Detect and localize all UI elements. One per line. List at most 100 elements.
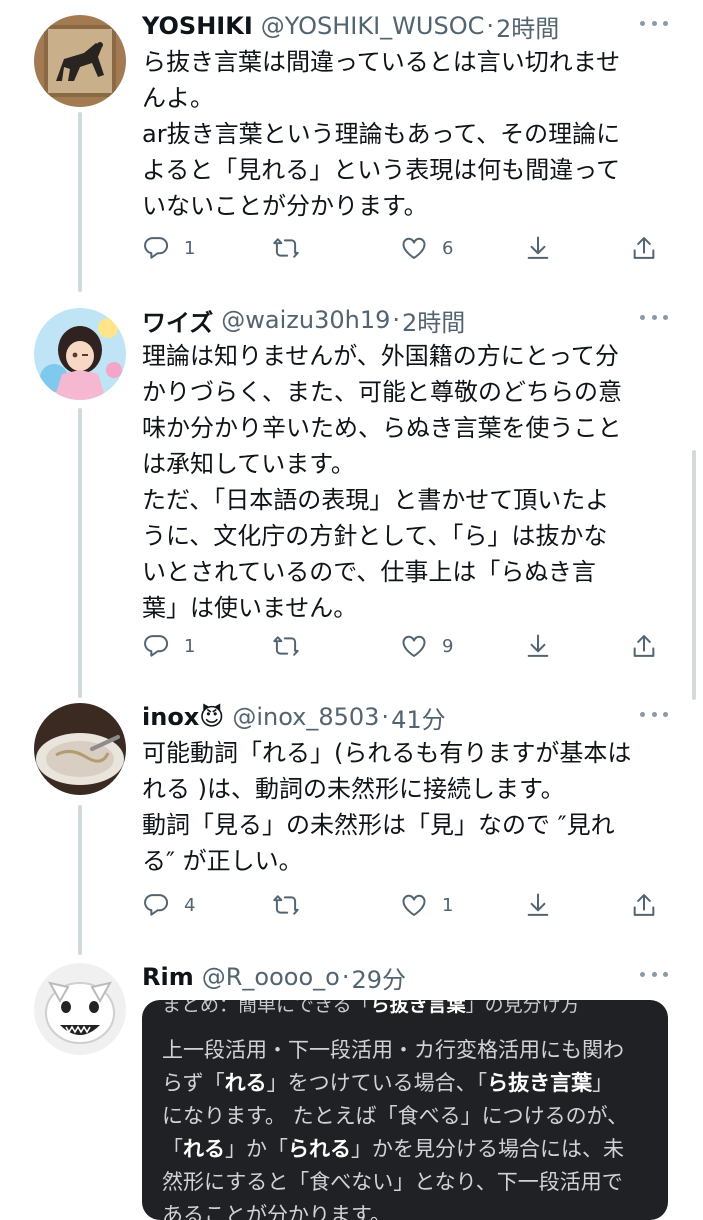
download-icon xyxy=(524,234,552,262)
card-text-segment: になります。 たとえば「食べる」につけるのが、 xyxy=(162,1104,629,1128)
card-text-bold: ら抜き言葉 xyxy=(487,1071,593,1095)
card-text: 上一段活用・下一段活用・カ行変格活用にも関わ らず「れる」をつけている場合、「ら抜… xyxy=(162,1034,628,1220)
reply-button[interactable]: 1 xyxy=(142,626,195,666)
share-button[interactable] xyxy=(630,228,658,268)
card-text-line: 然形にすると「食べない」となり、下一段活用で xyxy=(162,1166,628,1199)
download-button[interactable] xyxy=(524,228,552,268)
timestamp[interactable]: 2時間 xyxy=(402,303,465,338)
tweet-actions: 1 6 xyxy=(142,228,662,268)
avatar[interactable] xyxy=(34,963,126,1055)
download-button[interactable] xyxy=(524,885,552,925)
timestamp[interactable]: 41分 xyxy=(391,700,446,735)
download-icon xyxy=(524,632,552,660)
card-text-segment: 」をつけている場合、「 xyxy=(266,1071,488,1095)
tweet[interactable]: inox😈 @inox_8503 · 41分 可能動詞「れる」(られるも有ります… xyxy=(0,697,703,937)
card-text-segment: らず「 xyxy=(162,1071,225,1095)
display-name[interactable]: YOSHIKI xyxy=(142,12,253,40)
tweet-text: 可能動詞「れる」(られるも有りますが基本は れる )は、動詞の未然形に接続します… xyxy=(142,735,662,879)
card-text-segment: 」 xyxy=(592,1071,614,1095)
user-handle[interactable]: @inox_8503 xyxy=(232,703,379,731)
text-line: いないことが分かります。 xyxy=(142,192,428,220)
avatar[interactable] xyxy=(34,308,126,400)
card-text-segment: 」かを見分ける場合には、未 xyxy=(351,1137,624,1161)
download-icon xyxy=(524,891,552,919)
card-text-line: あることが分かります。 xyxy=(162,1199,628,1220)
user-handle[interactable]: @waizu30h19 xyxy=(221,306,390,334)
more-icon[interactable] xyxy=(640,312,668,322)
more-icon[interactable] xyxy=(640,18,668,28)
text-line: よると「見れる」という表現は何も間違って xyxy=(142,156,621,184)
card-text-line: 「れる」か「られる」かを見分ける場合には、未 xyxy=(162,1133,628,1166)
dot-separator: · xyxy=(392,306,401,334)
timestamp[interactable]: 2時間 xyxy=(496,9,559,44)
text-line: は承知しています。 xyxy=(142,450,355,478)
reply-count: 1 xyxy=(184,635,196,657)
share-button[interactable] xyxy=(630,626,658,666)
display-name[interactable]: Rim xyxy=(142,963,194,991)
tweet-header: ワイズ @waizu30h19 · 2時間 xyxy=(142,300,465,340)
text-line: 葉」は使いません。 xyxy=(142,594,358,622)
retweet-icon xyxy=(272,891,300,919)
like-icon xyxy=(400,234,428,262)
avatar[interactable] xyxy=(34,703,126,795)
reply-icon xyxy=(142,234,170,262)
tweet-actions: 1 9 xyxy=(142,626,662,666)
more-icon[interactable] xyxy=(640,709,668,719)
text-line: 味か分かり辛いため、らぬき言葉を使うこと xyxy=(142,414,622,442)
like-count: 6 xyxy=(442,237,454,259)
dot-separator: · xyxy=(486,12,494,40)
tweet-actions: 4 1 xyxy=(142,885,662,925)
card-text-segment: 然形にすると「食べない」となり、下一段活用で xyxy=(162,1170,623,1194)
like-icon xyxy=(400,891,428,919)
card-title-prefix: まとめ：簡単にできる「 xyxy=(162,1000,371,1016)
text-line: ar抜き言葉という理論もあって、その理論に xyxy=(142,120,621,148)
text-line: んよ。 xyxy=(142,84,214,112)
tweet-header: inox😈 @inox_8503 · 41分 xyxy=(142,697,446,737)
card-text-bold: れる xyxy=(183,1137,225,1161)
reply-button[interactable]: 1 xyxy=(142,228,195,268)
reply-icon xyxy=(142,632,170,660)
like-count: 9 xyxy=(442,635,454,657)
tweet[interactable]: ワイズ @waizu30h19 · 2時間 理論は知りませんが、外国籍の方にとっ… xyxy=(0,300,703,680)
like-count: 1 xyxy=(442,894,454,916)
avatar[interactable] xyxy=(34,15,126,107)
text-line: かりづらく、また、可能と尊敬のどちらの意 xyxy=(142,378,622,406)
timestamp[interactable]: 29分 xyxy=(351,960,406,995)
display-name[interactable]: inox😈 xyxy=(142,703,224,731)
text-line: る″ が正しい。 xyxy=(142,847,303,875)
tweet[interactable]: YOSHIKI @YOSHIKI_WUSOC · 2時間 ら抜き言葉は間違ってい… xyxy=(0,6,703,276)
share-button[interactable] xyxy=(630,885,658,925)
card-title-suffix: 」の見分け方 xyxy=(465,1000,580,1016)
text-line: ら抜き言葉は間違っているとは言い切れませ xyxy=(142,48,621,76)
display-name[interactable]: ワイズ xyxy=(142,303,213,338)
text-line: れる )は、動詞の未然形に接続します。 xyxy=(142,775,565,803)
card-text-line: になります。 たとえば「食べる」につけるのが、 xyxy=(162,1100,628,1133)
card-text-bold: れる xyxy=(224,1071,267,1095)
retweet-icon xyxy=(272,234,300,262)
card-text-segment: 」か「 xyxy=(225,1137,288,1161)
download-button[interactable] xyxy=(524,626,552,666)
card-text-line: 上一段活用・下一段活用・カ行変格活用にも関わ xyxy=(162,1034,628,1067)
retweet-button[interactable] xyxy=(272,228,314,268)
text-line: いとされているので、仕事上は「らぬき言 xyxy=(142,558,596,586)
share-icon xyxy=(630,234,658,262)
card-text-segment: あることが分かります。 xyxy=(162,1203,391,1220)
tweet-header: Rim @R_oooo_o · 29分 xyxy=(142,957,406,997)
like-button[interactable]: 1 xyxy=(400,885,453,925)
text-line: 理論は知りませんが、外国籍の方にとって分 xyxy=(142,342,619,370)
retweet-button[interactable] xyxy=(272,885,314,925)
text-line: うに、文化庁の方針として、「ら」は抜かな xyxy=(142,522,608,550)
user-handle[interactable]: @R_oooo_o xyxy=(202,963,340,991)
more-icon[interactable] xyxy=(640,969,668,979)
like-button[interactable]: 6 xyxy=(400,228,453,268)
like-icon xyxy=(400,632,428,660)
reply-button[interactable]: 4 xyxy=(142,885,195,925)
retweet-icon xyxy=(272,632,300,660)
retweet-button[interactable] xyxy=(272,626,314,666)
user-handle[interactable]: @YOSHIKI_WUSOC xyxy=(261,12,485,40)
card-text-segment: 上一段活用・下一段活用・カ行変格活用にも関わ xyxy=(162,1038,624,1062)
embedded-image[interactable]: まとめ：簡単にできる「ら抜き言葉」の見分け方 上一段活用・下一段活用・カ行変格活… xyxy=(142,1000,668,1220)
share-icon xyxy=(630,632,658,660)
like-button[interactable]: 9 xyxy=(400,626,453,666)
card-title-bold: ら抜き言葉 xyxy=(370,1000,466,1016)
